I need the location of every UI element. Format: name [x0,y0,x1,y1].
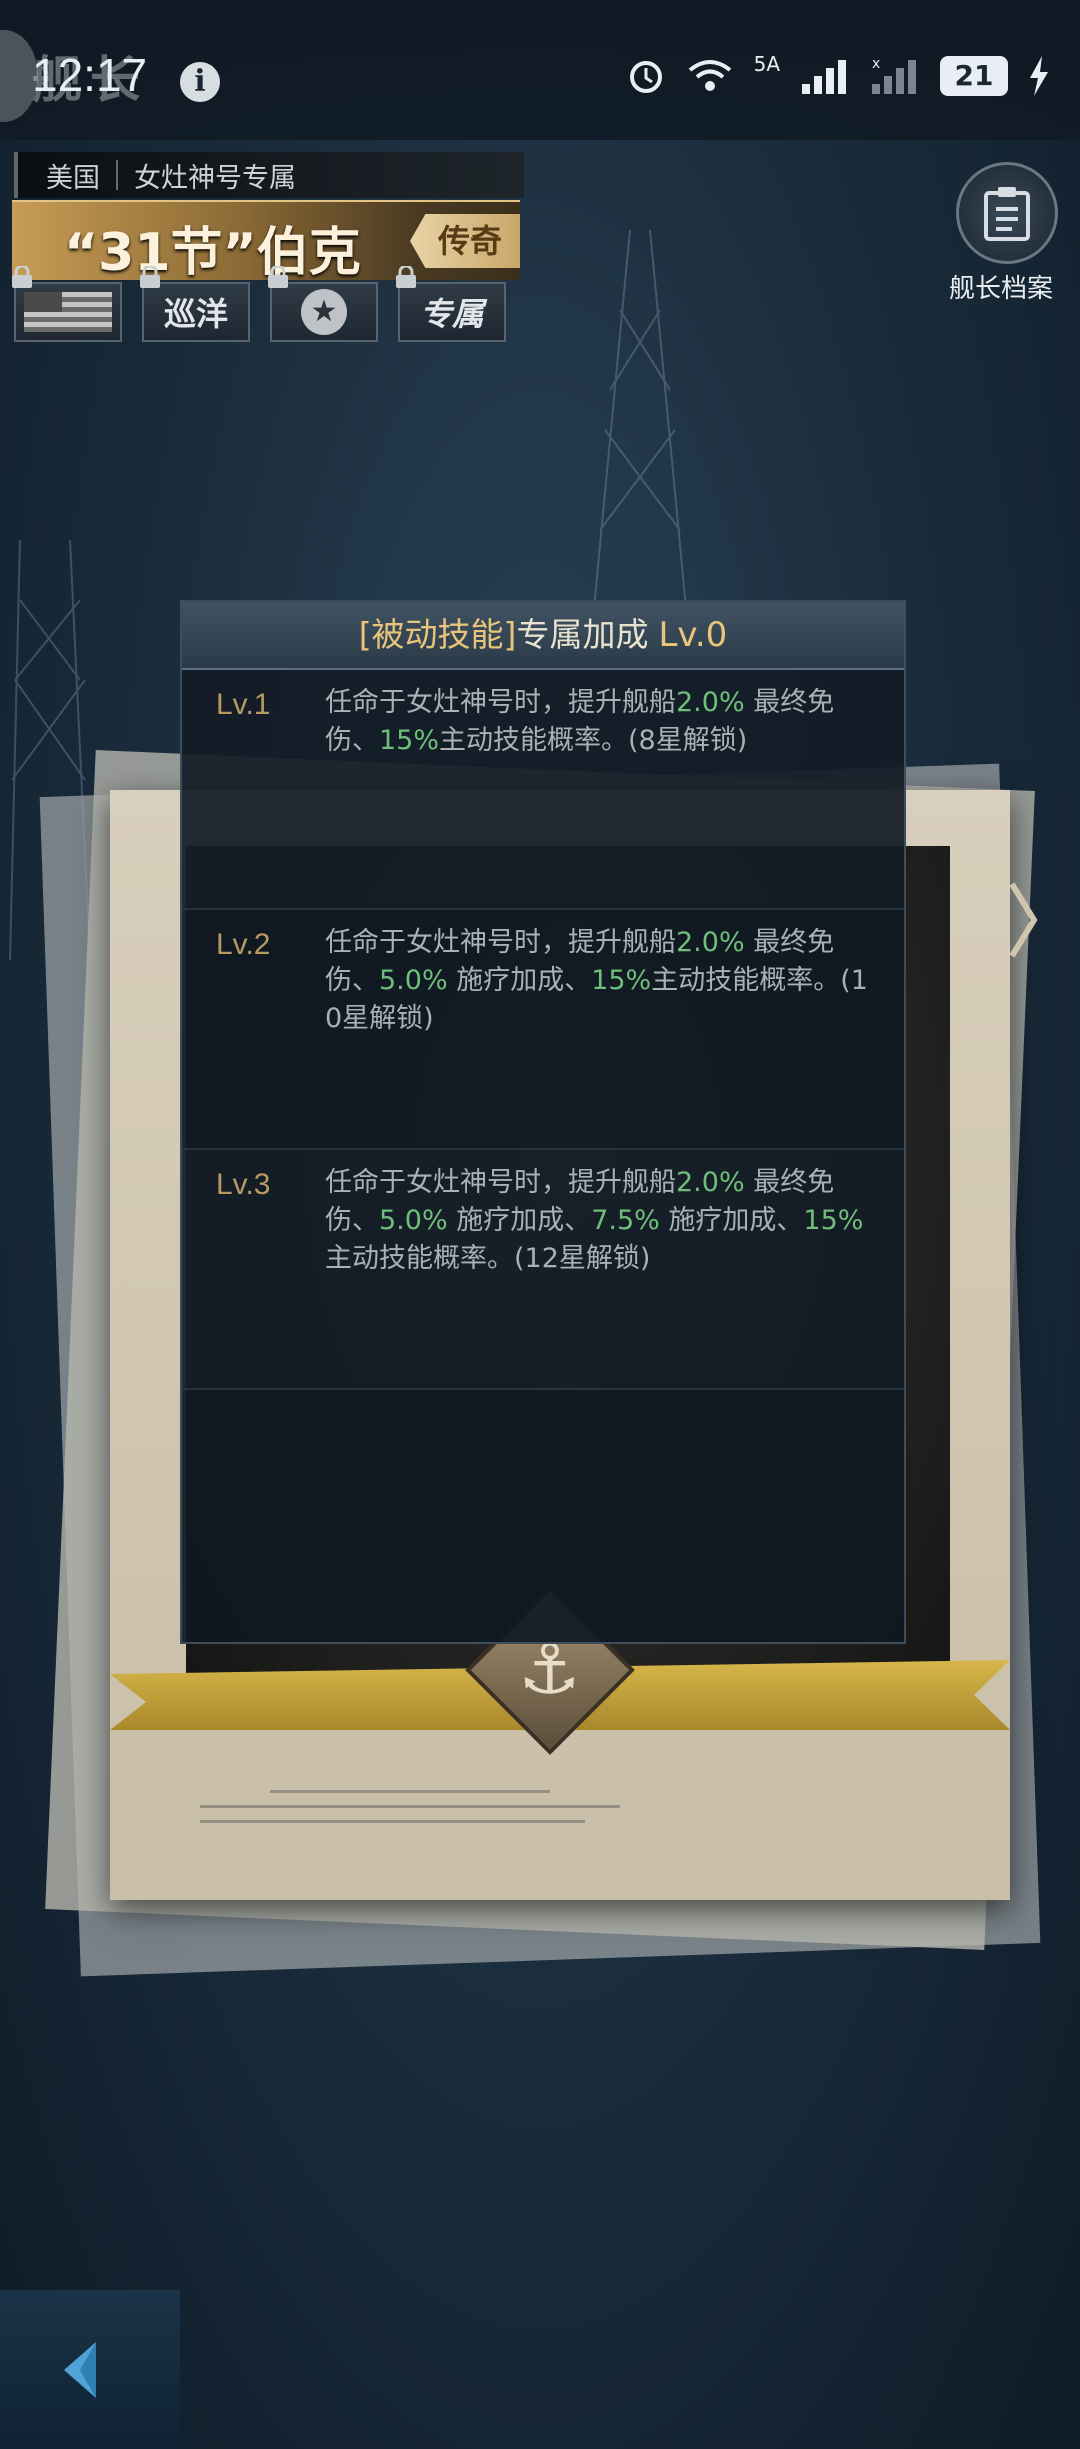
exclusive-label: 女灶神号专属 [134,162,296,194]
archive-icon-circle [956,162,1058,264]
tag-ship-class[interactable]: 巡洋 [140,266,250,342]
nation-label: 美国 [46,162,100,194]
lock-icon [140,266,160,288]
tag-exclusive[interactable]: 专属 [396,266,506,342]
tag-nation-flag[interactable] [12,266,122,342]
clipboard-icon [984,187,1030,241]
info-icon[interactable]: i [180,62,220,102]
battery-indicator: 21 [940,56,1008,96]
signal-icon [802,60,846,94]
network-type-label: 5A [753,52,780,76]
trait-tags: 巡洋 ★ 专属 [12,266,506,342]
skill-type-label: [被动技能] [358,615,517,654]
skill-level-row: Lv.1 任命于女灶神号时，提升舰船2.0% 最终免伤、15%主动技能概率。(8… [182,670,904,910]
skill-level-label: Lv.3 [216,1168,271,1201]
archive-label: 舰长档案 [948,274,1053,304]
skill-description: 任命于女灶神号时，提升舰船2.0% 最终免伤、5.0% 施疗加成、7.5% 施疗… [325,1167,864,1274]
status-icons: 5A x 21 [626,52,1050,96]
tag-ship-class-label: 巡洋 [163,295,228,333]
background-tower-center [589,230,691,650]
back-button[interactable] [0,2290,180,2449]
skill-level-label: Lv.1 [216,688,271,721]
next-chevron-icon[interactable] [1008,880,1038,960]
tag-exclusive-label: 专属 [419,295,484,333]
lock-icon [268,266,288,288]
skill-panel-header: [被动技能]专属加成 Lv.0 [182,602,904,670]
nation-strip: 美国 女灶神号专属 [14,152,524,198]
tag-medal[interactable]: ★ [268,266,378,342]
skill-panel: [被动技能]专属加成 Lv.0 Lv.1 任命于女灶神号时，提升舰船2.0% 最终… [180,600,906,1644]
svg-text:x: x [872,56,880,72]
star-medal-icon: ★ [301,289,347,335]
wifi-icon [688,60,731,91]
back-arrow-icon [64,2342,96,2398]
captain-archive-button[interactable]: 舰长档案 [949,162,1062,305]
skill-name: 专属加成 [516,615,649,654]
status-clock: 12:17 [32,49,148,101]
divider [116,160,118,190]
skill-level-row: Lv.2 任命于女灶神号时，提升舰船2.0% 最终免伤、5.0% 施疗加成、15… [182,910,904,1150]
rarity-badge: 传奇 [410,214,520,268]
lock-icon [12,266,32,288]
skill-description: 任命于女灶神号时，提升舰船2.0% 最终免伤、5.0% 施疗加成、15%主动技能… [325,927,868,1034]
document-scribbles [200,1778,900,1835]
skill-current-level: Lv.0 [658,615,728,655]
us-flag-icon [24,292,112,332]
lock-icon [396,266,416,288]
status-bar: 舰长 12:17 i 5A x 21 [0,0,1080,140]
skill-level-row: Lv.3 任命于女灶神号时，提升舰船2.0% 最终免伤、5.0% 施疗加成、7.… [182,1150,904,1390]
charging-bolt-icon [1030,56,1048,96]
alarm-icon [629,61,662,93]
signal-no-service-icon: x [872,56,916,94]
captain-name: “31节”伯克 [64,223,361,283]
skill-description: 任命于女灶神号时，提升舰船2.0% 最终免伤、15%主动技能概率。(8星解锁) [325,687,835,756]
skill-level-label: Lv.2 [216,928,271,961]
